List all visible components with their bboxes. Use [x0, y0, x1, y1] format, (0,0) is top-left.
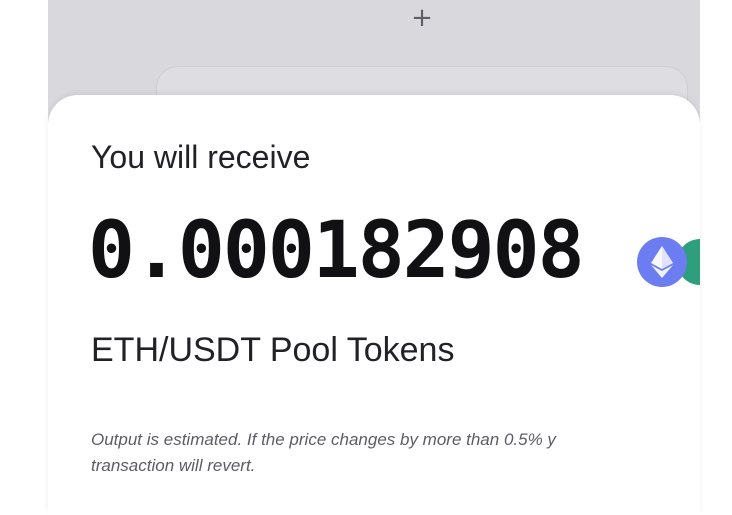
eth-icon	[637, 237, 687, 287]
receive-bottom-sheet: You will receive 0.000182908 ETH/USDT Po…	[48, 95, 700, 515]
receive-heading: You will receive	[91, 139, 311, 175]
estimate-note-line-1: Output is estimated. If the price change…	[91, 430, 556, 449]
receive-amount: 0.000182908	[88, 206, 585, 296]
estimate-note: Output is estimated. If the price change…	[91, 427, 700, 479]
token-pair-icons	[637, 237, 700, 287]
estimate-note-line-2: transaction will revert.	[91, 456, 256, 475]
plus-icon[interactable]: +	[410, 4, 434, 32]
pool-token-label: ETH/USDT Pool Tokens	[91, 331, 455, 369]
